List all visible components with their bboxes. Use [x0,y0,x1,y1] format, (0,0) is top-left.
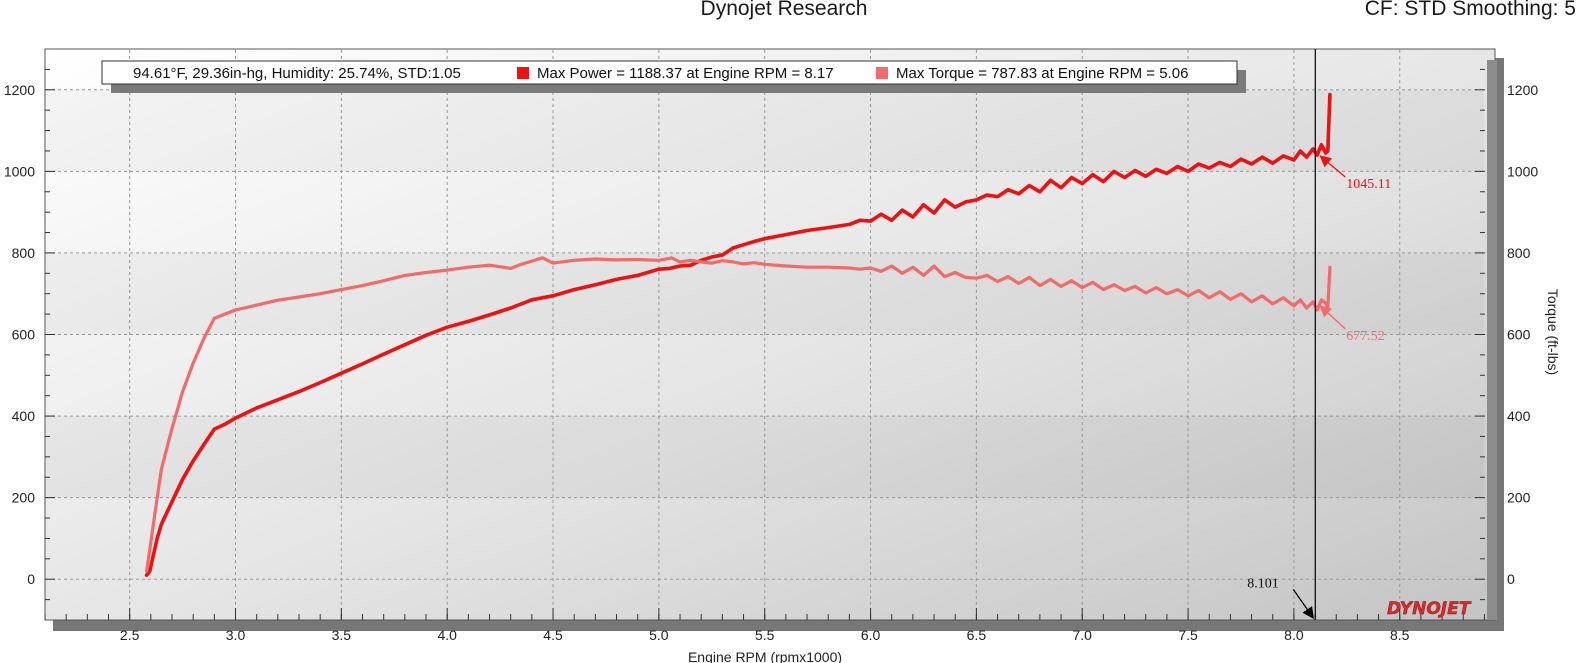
y-right-tick-label: 800 [1507,245,1531,261]
y-right-tick-label: 600 [1507,327,1531,343]
x-tick-label: 8.0 [1284,627,1304,643]
y-right-tick-label: 0 [1507,571,1515,587]
y-left-tick-label: 1000 [4,163,35,179]
right-y-axis-title: Torque (ft-lbs) [1545,289,1561,375]
dynojet-logo: DYNOJET [1387,599,1472,619]
x-axis-title: Engine RPM (rpmx1000) [688,649,842,663]
x-tick-label: 5.5 [755,627,775,643]
x-tick-label: 8.5 [1390,627,1410,643]
y-right-tick-label: 200 [1507,490,1531,506]
x-tick-label: 7.0 [1072,627,1092,643]
x-tick-label: 7.5 [1178,627,1198,643]
x-tick-label: 3.0 [226,627,246,643]
x-tick-label: 6.5 [967,627,987,643]
power-value-label: 1045.11 [1346,177,1391,192]
y-left-tick-label: 200 [12,490,36,506]
legend-torque-entry: Max Torque = 787.83 at Engine RPM = 5.06 [896,65,1188,82]
torque-value-label: 677.52 [1346,329,1385,344]
y-left-tick-label: 800 [12,245,36,261]
legend-power-swatch [517,67,529,79]
right-axis-band [1487,60,1497,620]
x-tick-label: 3.5 [332,627,352,643]
x-tick-label: 4.0 [437,627,457,643]
x-tick-label: 6.0 [861,627,881,643]
legend-conditions: 94.61°F, 29.36in-hg, Humidity: 25.74%, S… [133,65,461,82]
y-left-tick-label: 1200 [4,82,35,98]
y-left-tick-label: 0 [27,571,35,587]
y-left-tick-label: 400 [12,408,36,424]
y-right-tick-label: 1000 [1507,163,1538,179]
y-left-tick-label: 600 [12,327,36,343]
grid-band [46,416,1484,498]
y-right-tick-label: 400 [1507,408,1531,424]
cursor-value-label: 8.101 [1247,576,1279,591]
y-right-tick-label: 1200 [1507,82,1538,98]
dyno-chart: 2.5 3.0 3.5 4.0 4.5 5.0 5.5 6.0 6.5 7.0 7.5 8.0 8.5 0… [4,48,1561,663]
x-tick-label: 5.0 [649,627,669,643]
legend: 94.61°F, 29.36in-hg, Humidity: 25.74%, S… [101,60,1246,93]
x-tick-label: 2.5 [120,627,140,643]
legend-power-entry: Max Power = 1188.37 at Engine RPM = 8.17 [537,65,834,82]
x-tick-label: 4.5 [543,627,563,643]
grid-bands [46,90,1484,498]
legend-torque-swatch [876,67,888,79]
